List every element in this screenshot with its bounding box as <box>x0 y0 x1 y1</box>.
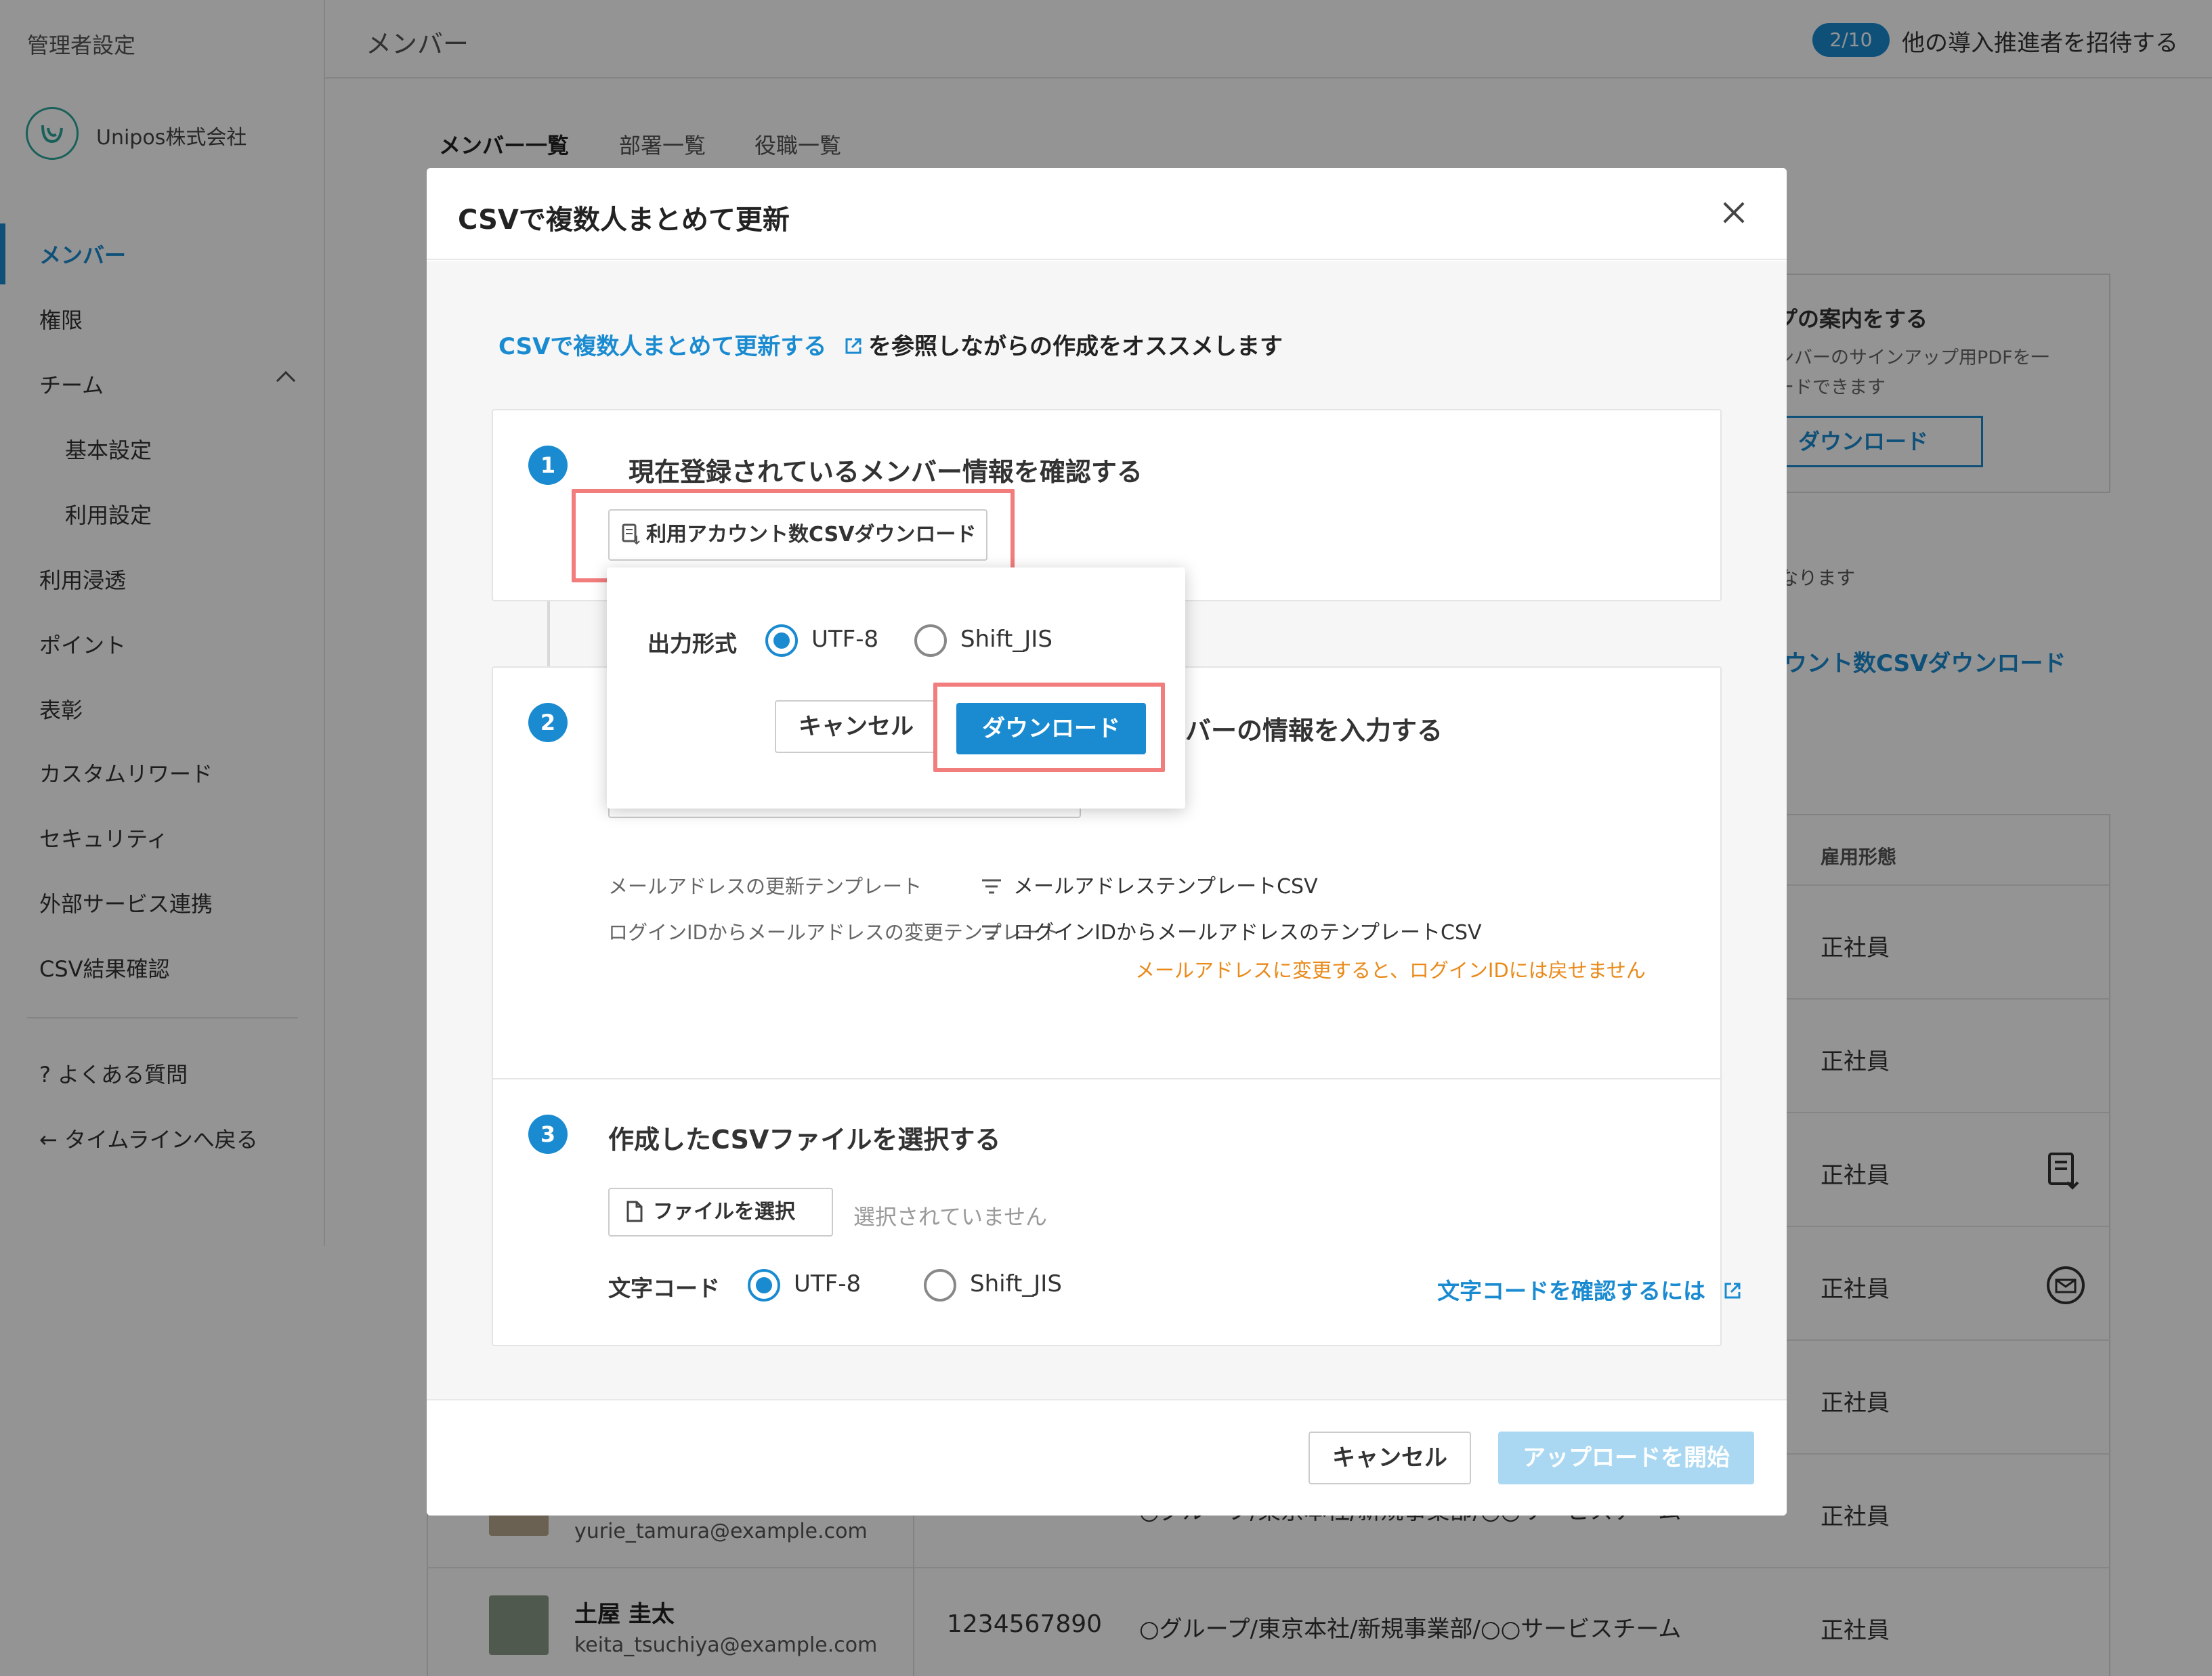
file-icon <box>626 1201 643 1222</box>
warning-text: メールアドレスに変更すると、ログインIDには戻せません <box>1135 959 1646 982</box>
csv-bulk-update-modal: CSVで複数人まとめて更新 CSVで複数人まとめて更新する を参照しながらの作成… <box>427 168 1787 1516</box>
format-sjis-label[interactable]: Shift_JIS <box>960 626 1052 653</box>
modal-header: CSVで複数人まとめて更新 <box>427 168 1787 260</box>
step-number: 1 <box>528 446 568 485</box>
popover-download-button[interactable]: ダウンロード <box>956 703 1146 754</box>
loginid-template-csv-link[interactable]: ログインIDからメールアドレスのテンプレートCSV <box>981 916 1482 945</box>
encoding-sjis-radio[interactable] <box>924 1269 956 1302</box>
step-number: 2 <box>528 703 568 742</box>
filter-list-icon <box>982 879 1001 894</box>
filter-list-icon <box>982 925 1001 940</box>
format-utf8-radio[interactable] <box>765 624 798 657</box>
email-template-csv-link[interactable]: メールアドレステンプレートCSV <box>981 869 1318 899</box>
reference-help-link[interactable]: CSVで複数人まとめて更新する <box>498 328 863 361</box>
start-upload-button[interactable]: アップロードを開始 <box>1498 1432 1754 1484</box>
document-download-icon <box>622 523 640 545</box>
email-template-csv-label[interactable]: メールアドレステンプレートCSV <box>1013 875 1318 899</box>
step2-title: バーの情報を入力する <box>1185 716 1443 746</box>
external-link-icon <box>1724 1283 1740 1299</box>
reference-text: を参照しながらの作成をオススメします <box>868 333 1283 360</box>
encoding-utf8-radio[interactable] <box>748 1269 780 1302</box>
external-link-icon <box>845 338 862 354</box>
account-csv-download-button[interactable]: 利用アカウント数CSVダウンロード <box>608 509 987 561</box>
loginid-template-csv-label[interactable]: ログインIDからメールアドレスのテンプレートCSV <box>1013 921 1482 945</box>
output-format-label: 出力形式 <box>647 630 737 657</box>
encoding-help-label[interactable]: 文字コードを確認するには <box>1437 1278 1705 1304</box>
popover-cancel-button[interactable]: キャンセル <box>775 700 937 753</box>
close-icon[interactable] <box>1719 198 1749 228</box>
file-select-button[interactable]: ファイルを選択 <box>608 1188 833 1237</box>
encoding-utf8-label[interactable]: UTF-8 <box>794 1270 861 1297</box>
step3-card: 3 作成したCSVファイルを選択する ファイルを選択 選択されていません 文字コ… <box>492 1078 1740 1346</box>
encoding-sjis-label[interactable]: Shift_JIS <box>970 1270 1062 1297</box>
encoding-label: 文字コード <box>608 1275 720 1302</box>
account-csv-download-label: 利用アカウント数CSVダウンロード <box>646 523 977 546</box>
file-status: 選択されていません <box>853 1204 1048 1230</box>
encoding-help-link[interactable]: 文字コードを確認するには <box>1437 1273 1742 1306</box>
template-description: メールアドレスの更新テンプレート <box>608 875 922 898</box>
format-utf8-label[interactable]: UTF-8 <box>811 626 878 653</box>
modal-title: CSVで複数人まとめて更新 <box>458 205 790 236</box>
step1-title: 現在登録されているメンバー情報を確認する <box>629 457 1143 487</box>
format-sjis-radio[interactable] <box>914 624 947 657</box>
step-number: 3 <box>528 1115 568 1154</box>
reference-link-label[interactable]: CSVで複数人まとめて更新する <box>498 333 826 360</box>
download-format-popover: 出力形式 UTF-8 Shift_JIS キャンセル ダウンロード <box>607 567 1185 809</box>
step3-title: 作成したCSVファイルを選択する <box>608 1125 1001 1155</box>
file-select-label: ファイルを選択 <box>653 1200 795 1224</box>
cancel-button[interactable]: キャンセル <box>1309 1432 1471 1484</box>
